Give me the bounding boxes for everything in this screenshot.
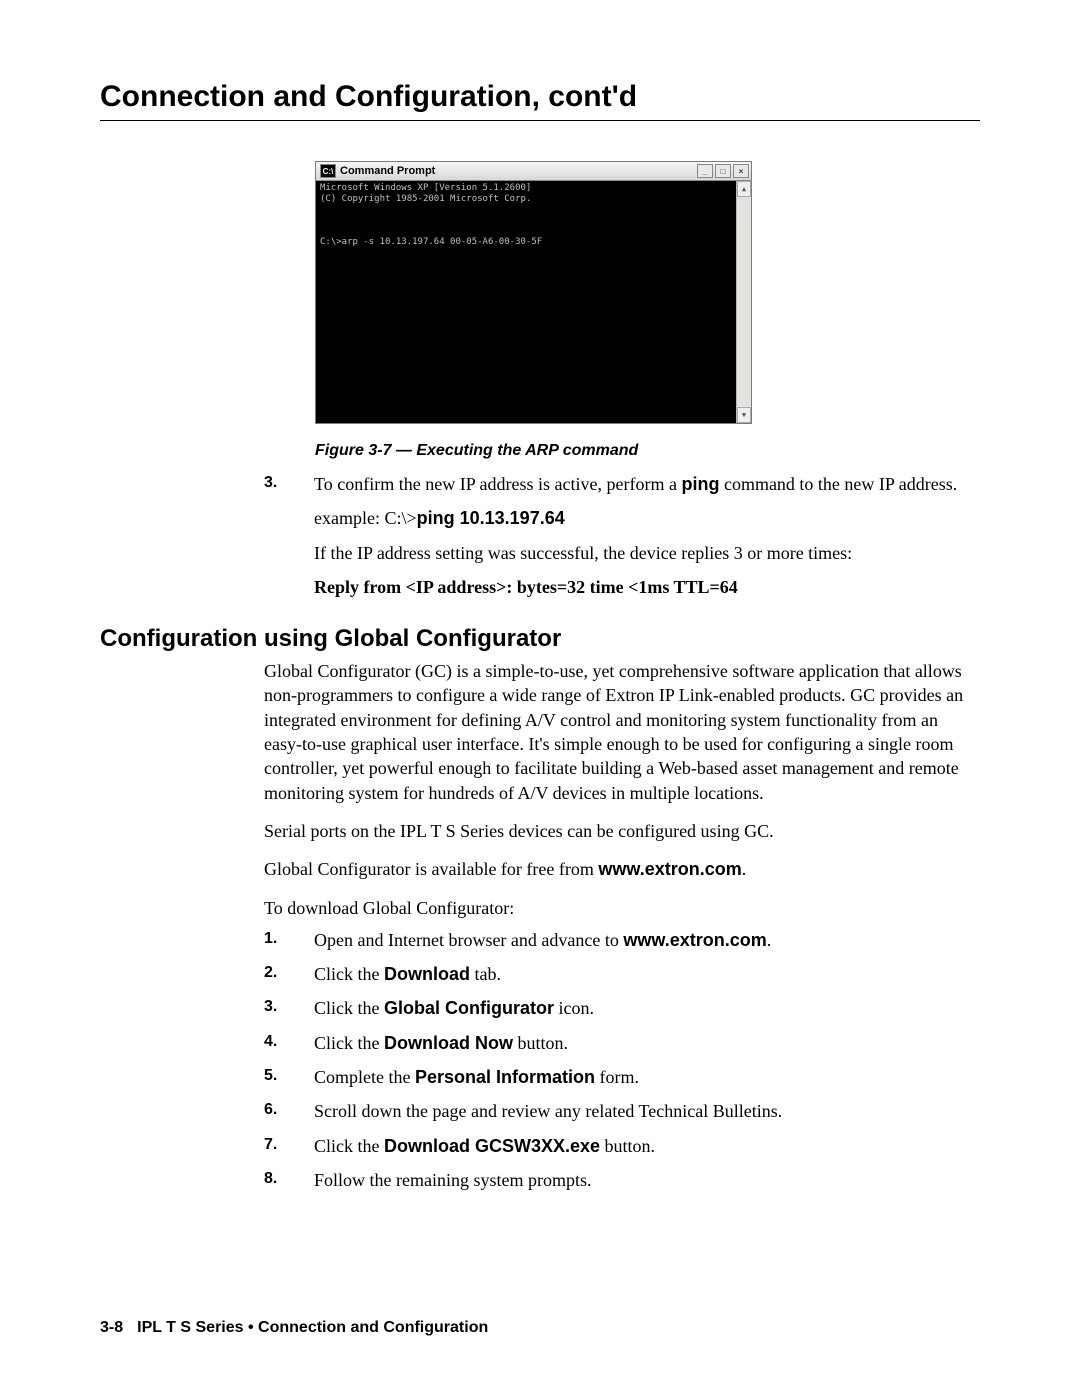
term-line: Microsoft Windows XP [Version 5.1.2600] [320, 183, 531, 193]
text: command to the new IP address. [719, 474, 957, 494]
step-text: Complete the Personal Information form. [314, 1065, 980, 1089]
close-button[interactable]: × [733, 164, 749, 178]
scrollbar[interactable]: ▲ ▼ [736, 181, 751, 423]
step-number: 6. [264, 1099, 314, 1123]
term-line: C:\>arp -s 10.13.197.64 00-05-A6-00-30-5… [320, 237, 542, 247]
bold: Download Now [384, 1033, 513, 1053]
footer-text: IPL T S Series • Connection and Configur… [137, 1319, 488, 1336]
text: icon. [554, 998, 594, 1018]
text: Click the [314, 1136, 384, 1156]
command-prompt-window: C:\ Command Prompt _ □ × Microsoft Windo… [315, 161, 752, 424]
cmd-body-wrap: Microsoft Windows XP [Version 5.1.2600] … [316, 181, 751, 423]
list-item: 2. Click the Download tab. [264, 962, 980, 986]
list-item: 7. Click the Download GCSW3XX.exe button… [264, 1134, 980, 1158]
step-number: 4. [264, 1031, 314, 1055]
text: Global Configurator is available for fre… [264, 859, 598, 879]
step-text: Open and Internet browser and advance to… [314, 928, 980, 952]
divider [100, 120, 980, 121]
scroll-up-icon[interactable]: ▲ [737, 181, 751, 197]
available-paragraph: Global Configurator is available for fre… [264, 857, 980, 881]
step-number: 1. [264, 928, 314, 952]
page-footer: 3-8 IPL T S Series • Connection and Confi… [100, 1319, 488, 1337]
gc-section: Global Configurator (GC) is a simple-to-… [264, 659, 980, 1192]
text: . [767, 930, 772, 950]
gc-paragraph: Global Configurator (GC) is a simple-to-… [264, 659, 980, 805]
text: To confirm the new IP address is active,… [314, 474, 681, 494]
step-text: Click the Download tab. [314, 962, 980, 986]
document-page: Connection and Configuration, cont'd C:\… [0, 0, 1080, 1397]
bold: Download GCSW3XX.exe [384, 1136, 600, 1156]
success-line: If the IP address setting was successful… [314, 541, 980, 565]
page-title: Connection and Configuration, cont'd [100, 80, 980, 114]
bold: Personal Information [415, 1067, 595, 1087]
text: Click the [314, 1033, 384, 1053]
step-text: Click the Download Now button. [314, 1031, 980, 1055]
step-number: 2. [264, 962, 314, 986]
serial-paragraph: Serial ports on the IPL T S Series devic… [264, 819, 980, 843]
text: tab. [470, 964, 501, 984]
step-number: 3. [264, 996, 314, 1020]
term-line: (C) Copyright 1985-2001 Microsoft Corp. [320, 194, 531, 204]
terminal-output: Microsoft Windows XP [Version 5.1.2600] … [316, 181, 736, 423]
bold: ping [681, 474, 719, 494]
step-number: 5. [264, 1065, 314, 1089]
text: example: C:\> [314, 508, 417, 528]
maximize-button[interactable]: □ [715, 164, 731, 178]
page-number: 3-8 [100, 1319, 123, 1336]
scroll-down-icon[interactable]: ▼ [737, 407, 751, 423]
example-line: example: C:\>ping 10.13.197.64 [314, 506, 980, 530]
list-item: 1. Open and Internet browser and advance… [264, 928, 980, 952]
step-text: Click the Global Configurator icon. [314, 996, 980, 1020]
text: button. [513, 1033, 568, 1053]
step-text: To confirm the new IP address is active,… [314, 472, 980, 496]
section-heading: Configuration using Global Configurator [100, 625, 980, 653]
step-number: 3. [264, 472, 314, 496]
text: Click the [314, 964, 384, 984]
cmd-icon: C:\ [320, 164, 336, 178]
list-item: 5. Complete the Personal Information for… [264, 1065, 980, 1089]
text: Open and Internet browser and advance to [314, 930, 623, 950]
reply-line: Reply from <IP address>: bytes=32 time <… [314, 575, 980, 599]
window-controls: _ □ × [697, 164, 749, 178]
link-text: www.extron.com [598, 859, 741, 879]
text: Complete the [314, 1067, 415, 1087]
figure-caption: Figure 3-7 — Executing the ARP command [315, 442, 980, 460]
window-title: Command Prompt [340, 165, 435, 177]
content-block: 3. To confirm the new IP address is acti… [264, 472, 980, 599]
bold: Global Configurator [384, 998, 554, 1018]
list-item: 8. Follow the remaining system prompts. [264, 1168, 980, 1192]
text: form. [595, 1067, 639, 1087]
step-number: 7. [264, 1134, 314, 1158]
download-intro: To download Global Configurator: [264, 896, 980, 920]
list-item: 4. Click the Download Now button. [264, 1031, 980, 1055]
text: button. [600, 1136, 655, 1156]
text: Click the [314, 998, 384, 1018]
title-left: C:\ Command Prompt [320, 164, 435, 178]
list-item: 3. Click the Global Configurator icon. [264, 996, 980, 1020]
bold: www.extron.com [623, 930, 766, 950]
step-text: Scroll down the page and review any rela… [314, 1099, 980, 1123]
bold: ping 10.13.197.64 [417, 508, 565, 528]
minimize-button[interactable]: _ [697, 164, 713, 178]
step-text: Follow the remaining system prompts. [314, 1168, 980, 1192]
step-text: Click the Download GCSW3XX.exe button. [314, 1134, 980, 1158]
list-item: 6. Scroll down the page and review any r… [264, 1099, 980, 1123]
text: . [742, 859, 747, 879]
titlebar: C:\ Command Prompt _ □ × [316, 162, 751, 181]
step-number: 8. [264, 1168, 314, 1192]
bold: Download [384, 964, 470, 984]
step-3: 3. To confirm the new IP address is acti… [264, 472, 980, 496]
